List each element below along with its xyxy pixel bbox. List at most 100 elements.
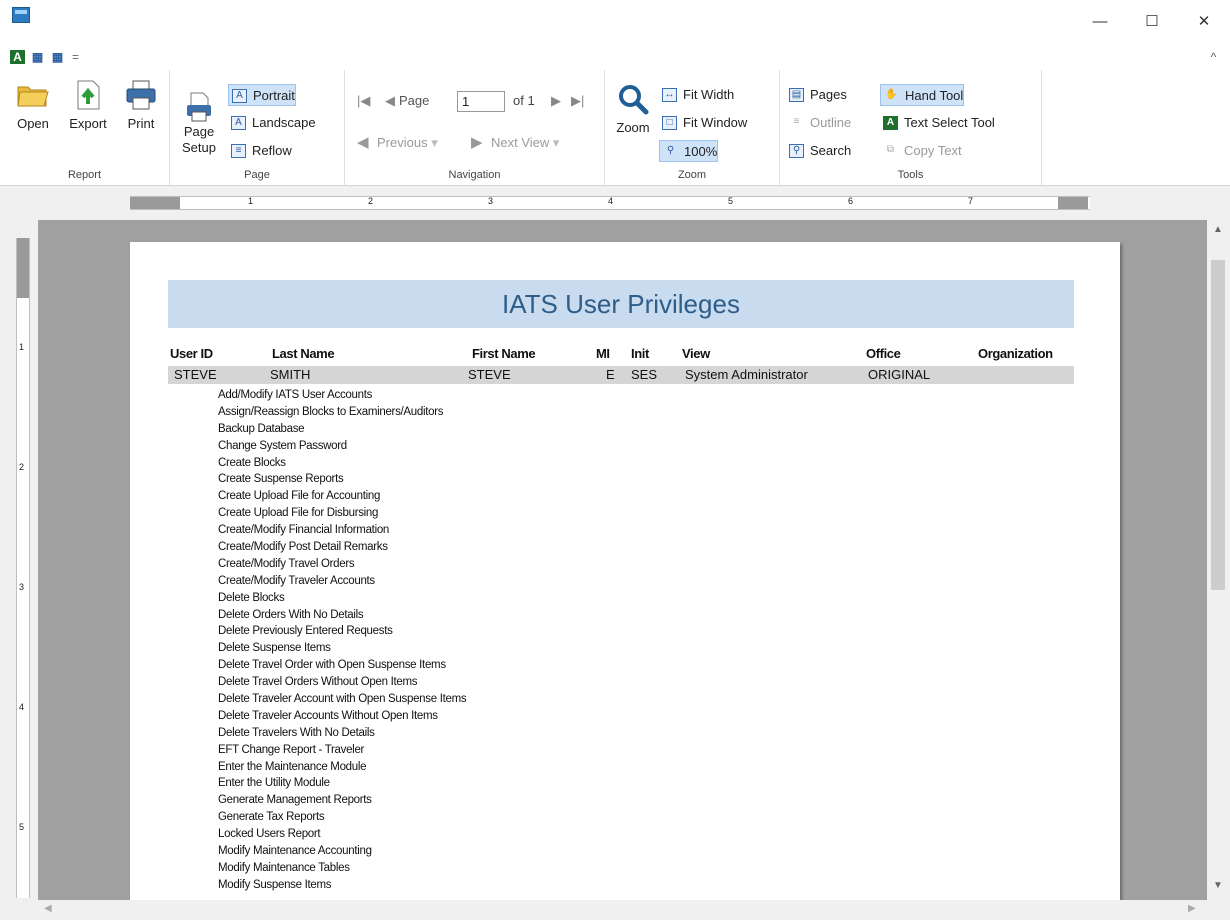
zoom-page-icon[interactable]: ▦	[30, 50, 45, 64]
tools-group: ▤ Pages ≡ Outline ⚲ Search ✋ Hand Tool A…	[780, 70, 1042, 186]
maximize-button[interactable]: ☐	[1132, 10, 1172, 34]
fit-width-label: Fit Width	[683, 87, 735, 102]
fit-window-button[interactable]: □ Fit Window	[659, 112, 747, 134]
landscape-button[interactable]: A Landscape	[228, 112, 316, 134]
zoom-button[interactable]: Zoom	[609, 82, 657, 135]
next-page-button[interactable]: ▶	[551, 90, 561, 112]
horizontal-scrollbar[interactable]: ◀ ▶	[38, 900, 1207, 920]
portrait-button[interactable]: A Portrait	[228, 84, 296, 106]
col-office: Office	[866, 346, 901, 361]
text-select-tool-label: Text Select Tool	[904, 115, 995, 130]
printer-icon	[124, 78, 158, 112]
minimize-button[interactable]: —	[1080, 10, 1120, 34]
privilege-item: Generate Management Reports	[218, 794, 372, 807]
collapse-ribbon-button[interactable]: ^	[1206, 50, 1221, 64]
zoom-page-alt-icon[interactable]: ▦	[50, 50, 65, 64]
open-button[interactable]: Open	[12, 78, 54, 131]
outline-label: Outline	[810, 115, 852, 130]
report-group-label: Report	[67, 169, 102, 181]
print-button[interactable]: Print	[120, 78, 162, 131]
reflow-button[interactable]: ≡ Reflow	[228, 140, 292, 162]
zoom-100-button[interactable]: ⚲ 100%	[659, 140, 719, 162]
privilege-item: Change System Password	[218, 439, 347, 452]
hand-tool-button[interactable]: ✋ Hand Tool	[880, 84, 965, 106]
privilege-item: Delete Travel Orders Without Open Items	[218, 676, 418, 689]
privilege-item: Delete Traveler Accounts Without Open It…	[218, 709, 438, 722]
first-name-cell: STEVE	[468, 367, 511, 382]
horizontal-ruler: 1 2 3 4 5 6 7	[130, 196, 1090, 210]
first-page-button[interactable]: |◀	[357, 90, 370, 112]
privilege-item: Create Upload File for Disbursing	[218, 507, 379, 520]
ruler-number: 2	[368, 196, 374, 206]
next-view-dropdown-icon[interactable]: ▾	[553, 135, 560, 150]
ruler-margin-left	[130, 197, 180, 209]
scroll-left-icon[interactable]: ◀	[44, 903, 52, 914]
page-group-label: Page	[244, 169, 270, 181]
privilege-item: Locked Users Report	[218, 828, 321, 841]
customize-toolbar-dropdown[interactable]: =	[68, 50, 83, 64]
next-view-button[interactable]: ▶ Next View ▾	[471, 132, 559, 154]
print-label: Print	[127, 116, 155, 131]
copy-icon: ⧉	[886, 144, 895, 155]
previous-view-button[interactable]: ◀ Previous ▾	[357, 132, 438, 154]
previous-view-dropdown-icon[interactable]: ▾	[431, 135, 438, 150]
page-number-input[interactable]: 1	[457, 91, 505, 112]
tools-group-label: Tools	[897, 169, 924, 181]
outline-icon: ≡	[793, 116, 800, 127]
col-first-name: First Name	[472, 346, 536, 361]
page-group: Page Setup A Portrait A Landscape ≡ Refl…	[170, 70, 345, 186]
privilege-item: Delete Traveler Account with Open Suspen…	[218, 693, 467, 706]
privilege-item: Create Blocks	[218, 456, 286, 469]
magnifier-icon	[616, 82, 650, 116]
pages-button[interactable]: ▤ Pages	[786, 84, 847, 106]
privilege-item: Delete Orders With No Details	[218, 608, 364, 621]
outline-button[interactable]: ≡ Outline	[786, 112, 852, 134]
text-select-icon[interactable]: A	[10, 50, 25, 64]
view-cell: System Administrator	[685, 367, 808, 382]
close-button[interactable]: ✕	[1184, 10, 1224, 34]
export-button[interactable]: Export	[64, 78, 112, 131]
app-icon	[12, 7, 30, 23]
search-label: Search	[810, 143, 852, 158]
zoom-100-icon: ⚲	[666, 145, 675, 156]
privilege-item: Enter the Maintenance Module	[218, 760, 367, 773]
copy-text-label: Copy Text	[904, 143, 962, 158]
zoom-100-label: 100%	[684, 144, 718, 159]
privilege-item: Generate Tax Reports	[218, 811, 325, 824]
zoom-group: Zoom ↔ Fit Width □ Fit Window ⚲ 100% Zoo…	[605, 70, 780, 186]
scroll-down-icon[interactable]: ▼	[1213, 880, 1223, 891]
page-setup-button[interactable]: Page Setup	[176, 92, 222, 156]
zoom-group-label: Zoom	[677, 169, 707, 181]
privilege-item: Enter the Utility Module	[218, 777, 330, 790]
last-name-cell: SMITH	[270, 367, 311, 382]
col-init: Init	[631, 346, 649, 361]
document-viewport[interactable]: IATS User Privileges User ID Last Name F…	[38, 220, 1207, 900]
title-bar: — ☐ ✕	[0, 0, 1230, 44]
fit-width-icon: ↔	[662, 88, 677, 102]
privilege-item: Create/Modify Post Detail Remarks	[218, 541, 388, 554]
scroll-up-icon[interactable]: ▲	[1213, 224, 1223, 235]
page-setup-label-2: Setup	[182, 140, 216, 155]
col-last-name: Last Name	[272, 346, 335, 361]
copy-text-button[interactable]: ⧉ Copy Text	[880, 140, 962, 162]
ruler-number: 1	[248, 196, 254, 206]
vertical-scroll-thumb[interactable]	[1211, 260, 1225, 590]
search-button[interactable]: ⚲ Search	[786, 140, 851, 162]
page-label: Page	[399, 93, 430, 108]
privilege-item: Create/Modify Financial Information	[218, 524, 390, 537]
previous-view-label: Previous	[377, 135, 428, 150]
vertical-scrollbar[interactable]: ▲ ▼	[1207, 220, 1230, 900]
text-select-icon: A	[883, 116, 898, 130]
fit-width-button[interactable]: ↔ Fit Width	[659, 84, 734, 106]
landscape-icon: A	[231, 116, 246, 130]
prev-page-button[interactable]: ◀ Page	[385, 90, 429, 112]
scroll-right-icon[interactable]: ▶	[1188, 903, 1196, 914]
page-setup-label-1: Page	[183, 124, 215, 139]
last-page-button[interactable]: ▶|	[571, 90, 584, 112]
export-icon	[71, 78, 105, 112]
pages-label: Pages	[810, 87, 847, 102]
ruler-margin-right	[1058, 197, 1088, 209]
privilege-item: Delete Previously Entered Requests	[218, 625, 393, 638]
navigation-group-label: Navigation	[448, 169, 501, 181]
text-select-tool-button[interactable]: A Text Select Tool	[880, 112, 995, 134]
